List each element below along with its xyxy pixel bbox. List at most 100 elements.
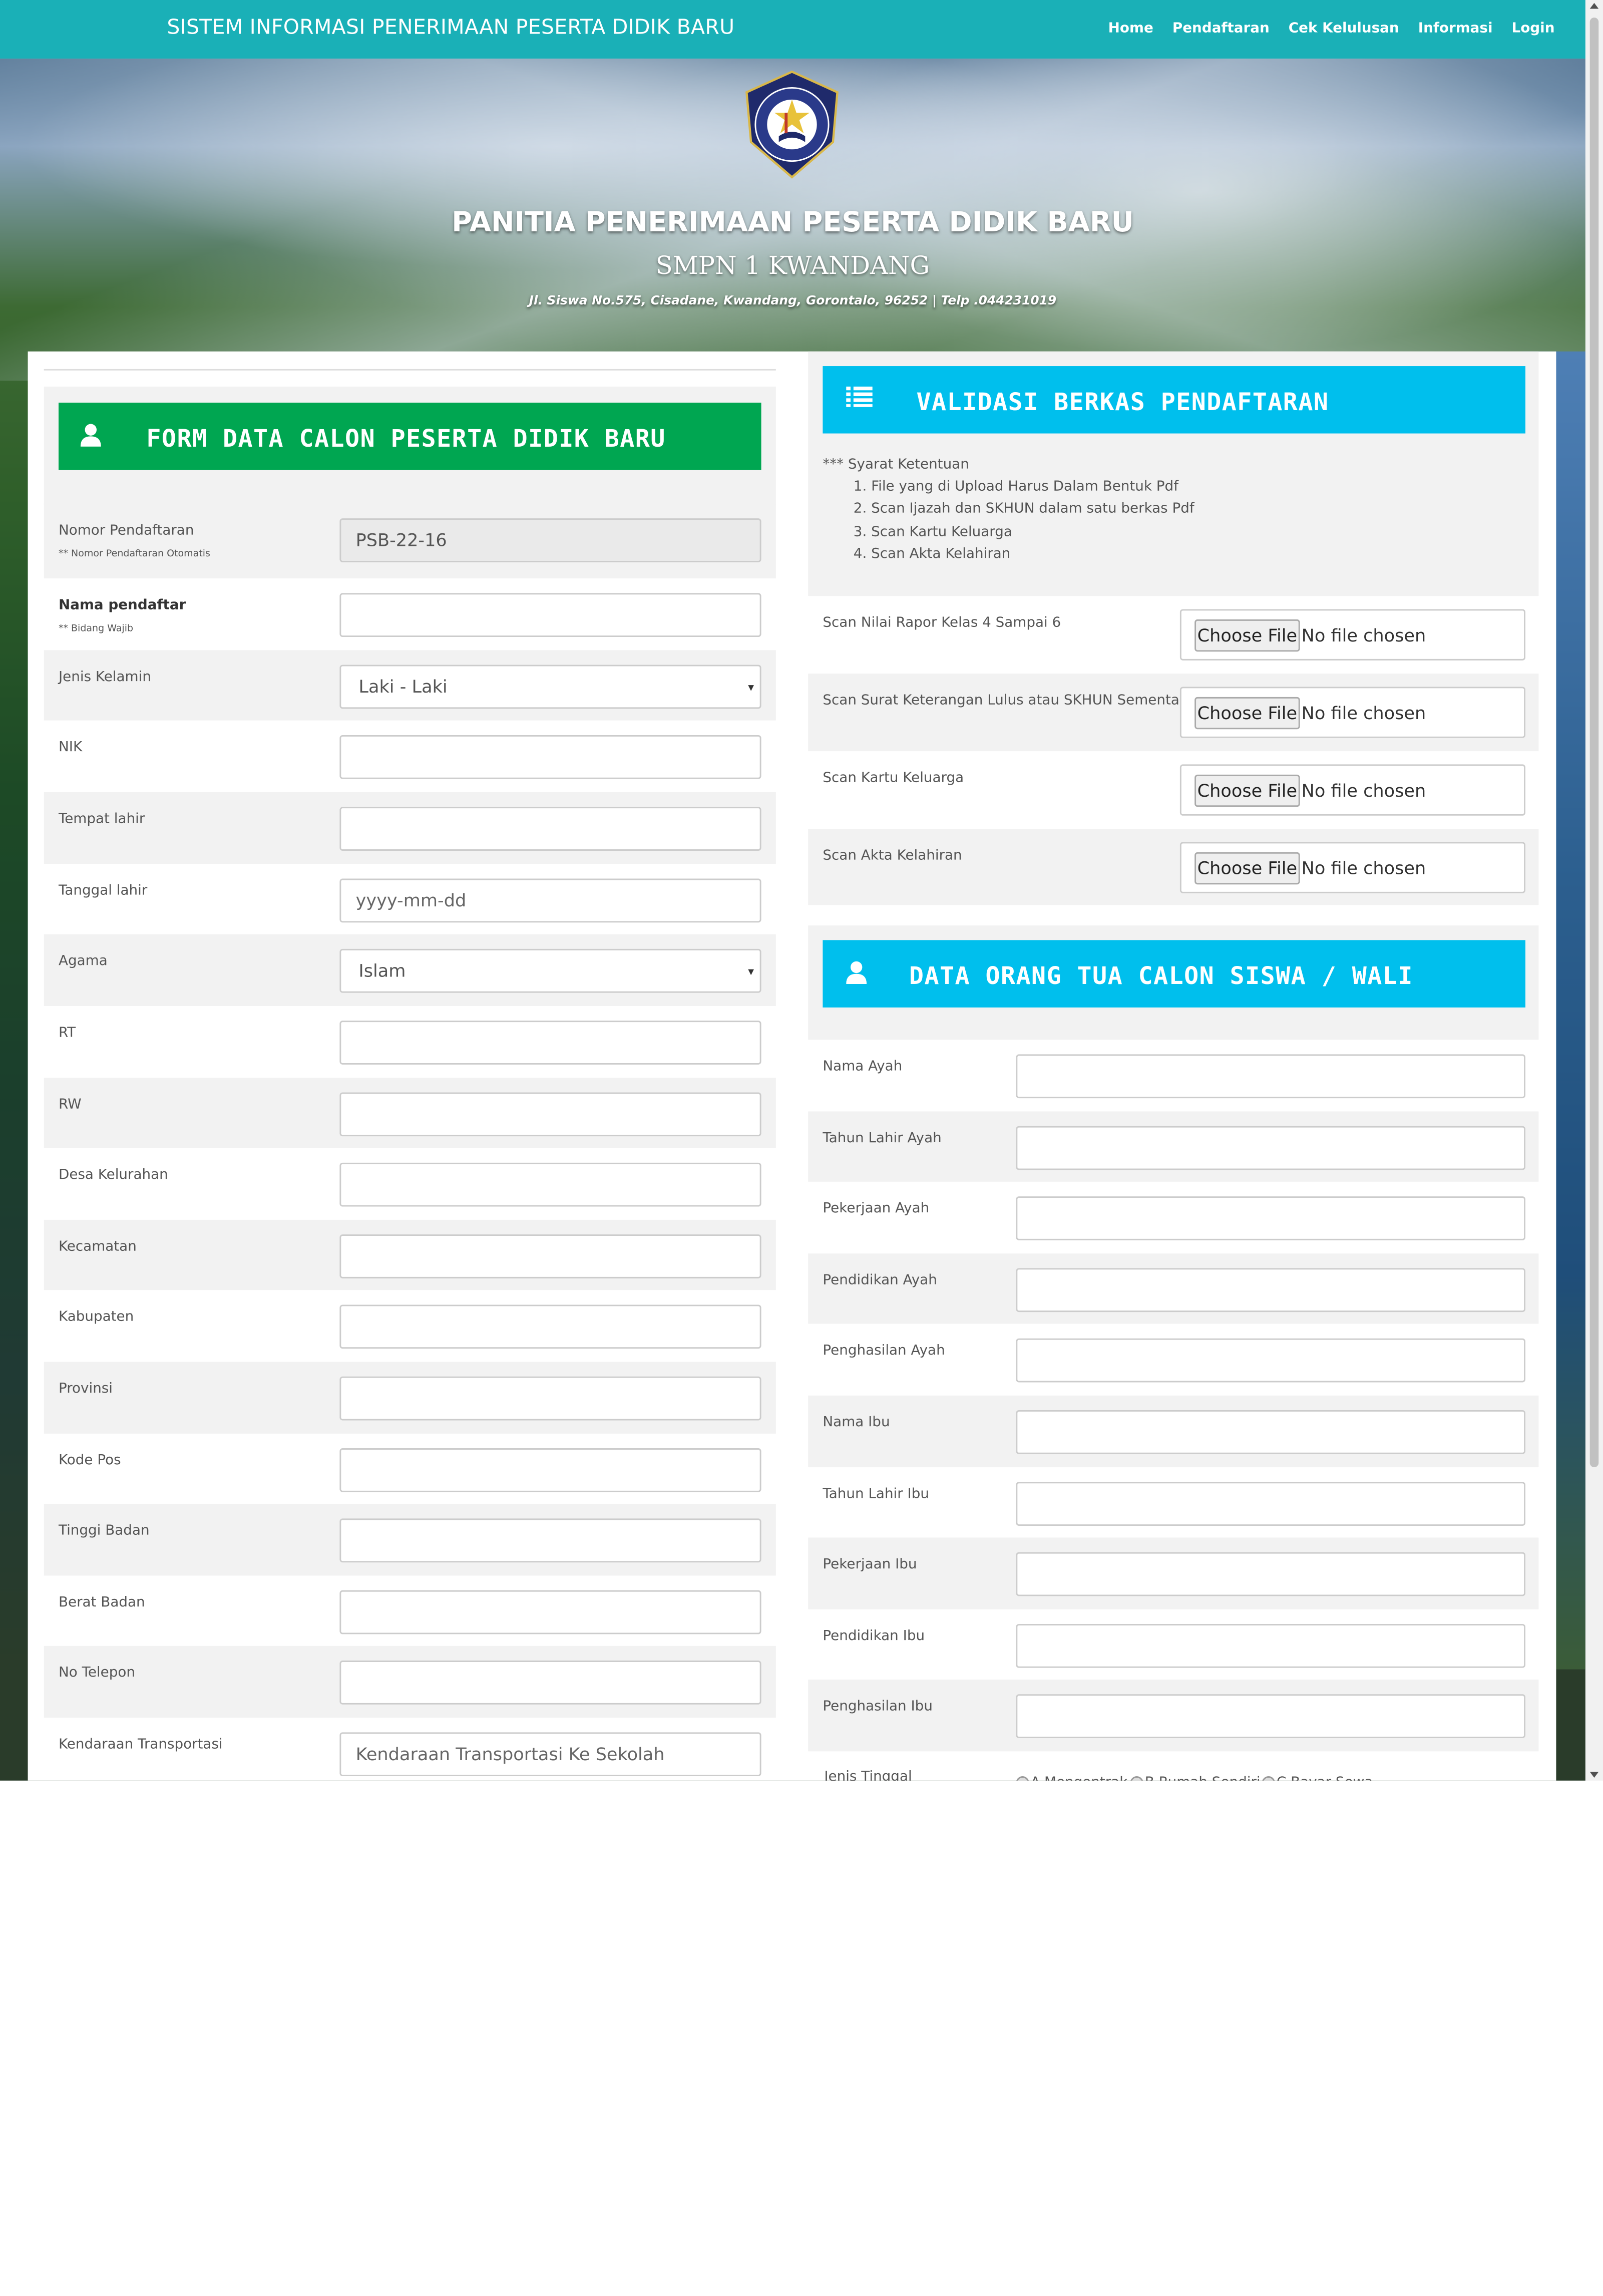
radio-bayar-sewa[interactable]: C.Bayar Sewa	[1262, 1775, 1373, 1781]
parent-field-label: Penghasilan Ibu	[823, 1699, 933, 1715]
file-input[interactable]: Choose File No file chosen	[1179, 687, 1526, 738]
form-row: NIK	[44, 721, 776, 792]
form-left: FORM DATA CALON PESERTA DIDIK BARU Nomor…	[44, 369, 776, 1781]
form-row: Provinsi	[44, 1362, 776, 1434]
parent-field-label: Pekerjaan Ayah	[823, 1200, 930, 1217]
field-label: Tanggal lahir	[58, 883, 148, 899]
nik-input[interactable]	[339, 735, 761, 779]
upload-row: Scan Akta Kelahiran Choose File No file ch…	[808, 829, 1539, 905]
nav-cek-kelulusan[interactable]: Cek Kelulusan	[1289, 21, 1399, 37]
upload-row: Scan Surat Keterangan Lulus atau SKHUN S…	[808, 674, 1539, 752]
parent-field-label: Pendidikan Ibu	[823, 1628, 925, 1645]
desa-kelurahan-input[interactable]	[339, 1162, 761, 1207]
agama-select[interactable]: Islam ▾	[339, 948, 761, 993]
upload-row: Scan Kartu Keluarga Choose File No file ch…	[808, 751, 1538, 829]
field-label: NIK	[58, 739, 83, 756]
penghasilan-ibu-input[interactable]	[1016, 1694, 1526, 1739]
tanggal-lahir-input[interactable]: yyyy-mm-dd	[339, 878, 761, 923]
field-label: No Telepon	[58, 1665, 135, 1681]
field-label: Kecamatan	[58, 1238, 137, 1255]
field-label: Provinsi	[58, 1381, 113, 1397]
rt-input[interactable]	[339, 1021, 761, 1065]
pekerjaan-ayah-input[interactable]	[1016, 1196, 1526, 1240]
nomor-pendaftaran-input[interactable]: PSB-22-16	[339, 518, 761, 562]
parent-field-label: Tahun Lahir Ibu	[823, 1486, 929, 1503]
chevron-down-icon: ▾	[748, 965, 754, 978]
form-row: RT	[44, 1006, 776, 1078]
parent-field-label: Pekerjaan Ibu	[823, 1556, 917, 1573]
kendaraan-transportasi-input[interactable]: Kendaraan Transportasi Ke Sekolah	[339, 1732, 761, 1777]
field-value: PSB-22-16	[355, 530, 447, 551]
header-school: SMPN 1 KWANDANG	[655, 251, 930, 281]
no-telepon-input[interactable]	[339, 1661, 761, 1705]
form-row: Desa Kelurahan	[44, 1148, 776, 1220]
tahun-lahir-ayah-input[interactable]	[1016, 1126, 1526, 1170]
file-input[interactable]: Choose File No file chosen	[1179, 764, 1526, 816]
pekerjaan-ibu-input[interactable]	[1016, 1552, 1526, 1596]
radio-rumah-sendiri[interactable]: B.Rumah Sendiri	[1130, 1775, 1261, 1781]
kabupaten-input[interactable]	[339, 1304, 761, 1349]
parent-row: Nama Ibu	[808, 1395, 1539, 1468]
file-input[interactable]: Choose File No file chosen	[1179, 609, 1526, 661]
nama-ibu-input[interactable]	[1016, 1410, 1526, 1454]
parent-row: Pendidikan Ibu	[808, 1609, 1538, 1680]
field-placeholder: yyyy-mm-dd	[355, 890, 467, 911]
jenis-kelamin-select[interactable]: Laki - Laki ▾	[339, 665, 761, 709]
kecamatan-input[interactable]	[339, 1234, 761, 1278]
nav-home[interactable]: Home	[1108, 21, 1153, 37]
nav-pendaftaran[interactable]: Pendaftaran	[1172, 21, 1270, 37]
penghasilan-ayah-input[interactable]	[1016, 1338, 1526, 1383]
choose-file-button[interactable]: Choose File	[1194, 619, 1300, 652]
orang-tua-header: DATA ORANG TUA CALON SISWA / WALI	[823, 940, 1526, 1008]
scrollbar[interactable]	[1585, 0, 1603, 1781]
nama-ayah-input[interactable]	[1016, 1054, 1526, 1099]
field-label: Nomor Pendaftaran	[58, 522, 194, 539]
upload-label: Scan Surat Keterangan Lulus atau SKHUN S…	[823, 693, 1194, 709]
field-hint: ** Bidang Wajib	[58, 622, 134, 634]
chevron-down-icon: ▾	[748, 681, 754, 695]
field-label: RT	[58, 1025, 76, 1042]
form-row: Kabupaten	[44, 1290, 776, 1362]
form-row: Tinggi Badan	[44, 1504, 776, 1576]
tahun-lahir-ibu-input[interactable]	[1016, 1482, 1526, 1526]
header-address: Jl. Siswa No.575, Cisadane, Kwandang, Go…	[529, 294, 1057, 309]
berat-badan-input[interactable]	[339, 1590, 761, 1634]
validasi-header: VALIDASI BERKAS PENDAFTARAN	[823, 366, 1526, 434]
radio-mengontrak[interactable]: A.Mengontrak	[1016, 1775, 1127, 1781]
choose-file-button[interactable]: Choose File	[1194, 774, 1300, 807]
form-row: RW	[44, 1078, 776, 1148]
user-icon	[80, 424, 101, 447]
nav-login[interactable]: Login	[1512, 21, 1555, 37]
pendidikan-ibu-input[interactable]	[1016, 1623, 1526, 1668]
parent-field-label: Nama Ayah	[823, 1059, 903, 1075]
nav-menu: Home Pendaftaran Cek Kelulusan Informasi…	[1108, 21, 1555, 37]
form-row: Kode Pos	[44, 1434, 776, 1504]
choose-file-button[interactable]: Choose File	[1194, 697, 1300, 730]
term-item: 1. File yang di Upload Harus Dalam Bentu…	[853, 479, 1178, 495]
form-row: No Telepon	[44, 1646, 776, 1718]
pendidikan-ayah-input[interactable]	[1016, 1268, 1526, 1313]
choose-file-button[interactable]: Choose File	[1194, 852, 1300, 885]
jenis-tinggal-label: Jenis Tinggal	[824, 1769, 912, 1781]
field-value: Laki - Laki	[358, 676, 448, 697]
provinsi-input[interactable]	[339, 1376, 761, 1421]
orang-tua-title: DATA ORANG TUA CALON SISWA / WALI	[909, 962, 1413, 990]
file-input[interactable]: Choose File No file chosen	[1179, 842, 1526, 893]
nav-informasi[interactable]: Informasi	[1418, 21, 1493, 37]
nama-pendaftar-input[interactable]	[339, 593, 761, 637]
form-row: Nama pendaftar ** Bidang Wajib	[44, 578, 776, 650]
field-label: Kabupaten	[58, 1309, 134, 1326]
tempat-lahir-input[interactable]	[339, 807, 761, 851]
field-label: Tinggi Badan	[58, 1523, 150, 1539]
brand-title[interactable]: SISTEM INFORMASI PENERIMAAN PESERTA DIDI…	[167, 16, 734, 40]
rw-input[interactable]	[339, 1092, 761, 1137]
tinggi-badan-input[interactable]	[339, 1518, 761, 1563]
parent-field-label: Nama Ibu	[823, 1414, 890, 1431]
user-icon	[846, 961, 867, 985]
terms-title: *** Syarat Ketentuan	[823, 457, 969, 473]
kode-pos-input[interactable]	[339, 1448, 761, 1492]
page: SISTEM INFORMASI PENERIMAAN PESERTA DIDI…	[0, 0, 1603, 1781]
field-hint: ** Nomor Pendaftaran Otomatis	[58, 547, 210, 560]
parent-row: Penghasilan Ibu	[808, 1680, 1539, 1752]
header-title: PANITIA PENERIMAAN PESERTA DIDIK BARU	[452, 206, 1134, 239]
